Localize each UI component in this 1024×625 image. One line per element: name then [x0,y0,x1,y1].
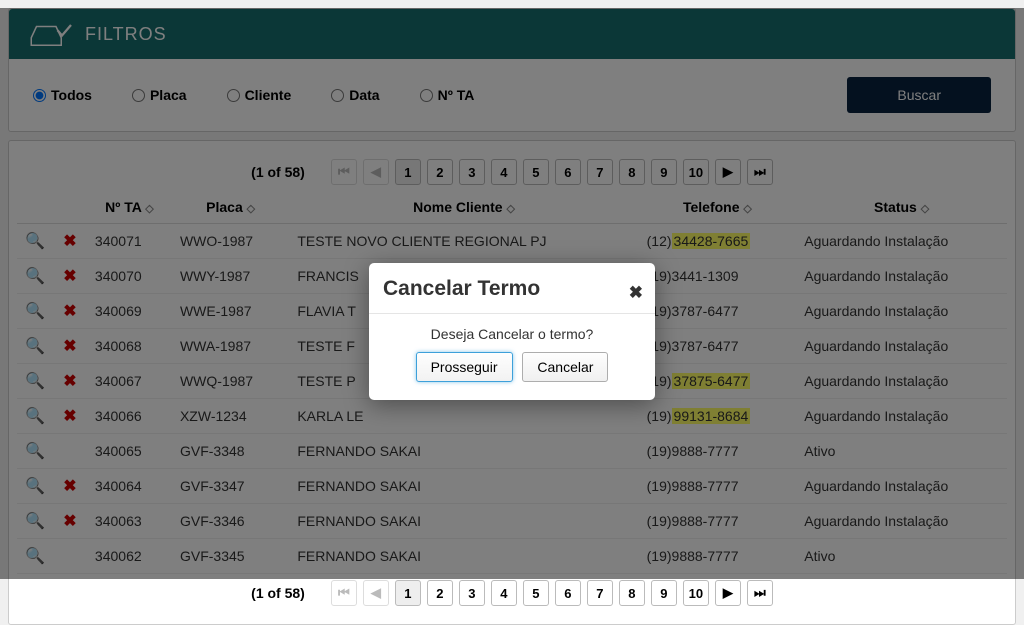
paginator-page-button[interactable]: 5 [523,580,549,606]
paginator-bottom: (1 of 58) ⏮◀12345678910▶⏭ [17,574,1007,612]
paginator-page-button[interactable]: 10 [683,580,709,606]
paginator-page-button[interactable]: 3 [459,580,485,606]
paginator-page-button[interactable]: 8 [619,580,645,606]
modal-header: Cancelar Termo ✖ [369,263,655,314]
paginator-page-button[interactable]: 7 [587,580,613,606]
modal-message: Deseja Cancelar o termo? [387,326,637,342]
paginator-info: (1 of 58) [251,585,305,601]
paginator-page-button[interactable]: 1 [395,580,421,606]
paginator-next-button[interactable]: ⏭ [747,580,773,606]
paginator-page-button[interactable]: 4 [491,580,517,606]
proceed-button[interactable]: Prosseguir [416,352,513,382]
close-icon[interactable]: ✖ [629,283,643,303]
paginator-next-button[interactable]: ▶ [715,580,741,606]
paginator-page-button[interactable]: 9 [651,580,677,606]
cancel-modal: Cancelar Termo ✖ Deseja Cancelar o termo… [369,263,655,400]
paginator-prev-button[interactable]: ⏮ [331,580,357,606]
paginator-page-button[interactable]: 2 [427,580,453,606]
cancel-button[interactable]: Cancelar [522,352,608,382]
paginator-prev-button[interactable]: ◀ [363,580,389,606]
modal-body: Deseja Cancelar o termo? Prosseguir Canc… [369,314,655,400]
paginator-page-button[interactable]: 6 [555,580,581,606]
modal-title: Cancelar Termo [383,277,641,301]
